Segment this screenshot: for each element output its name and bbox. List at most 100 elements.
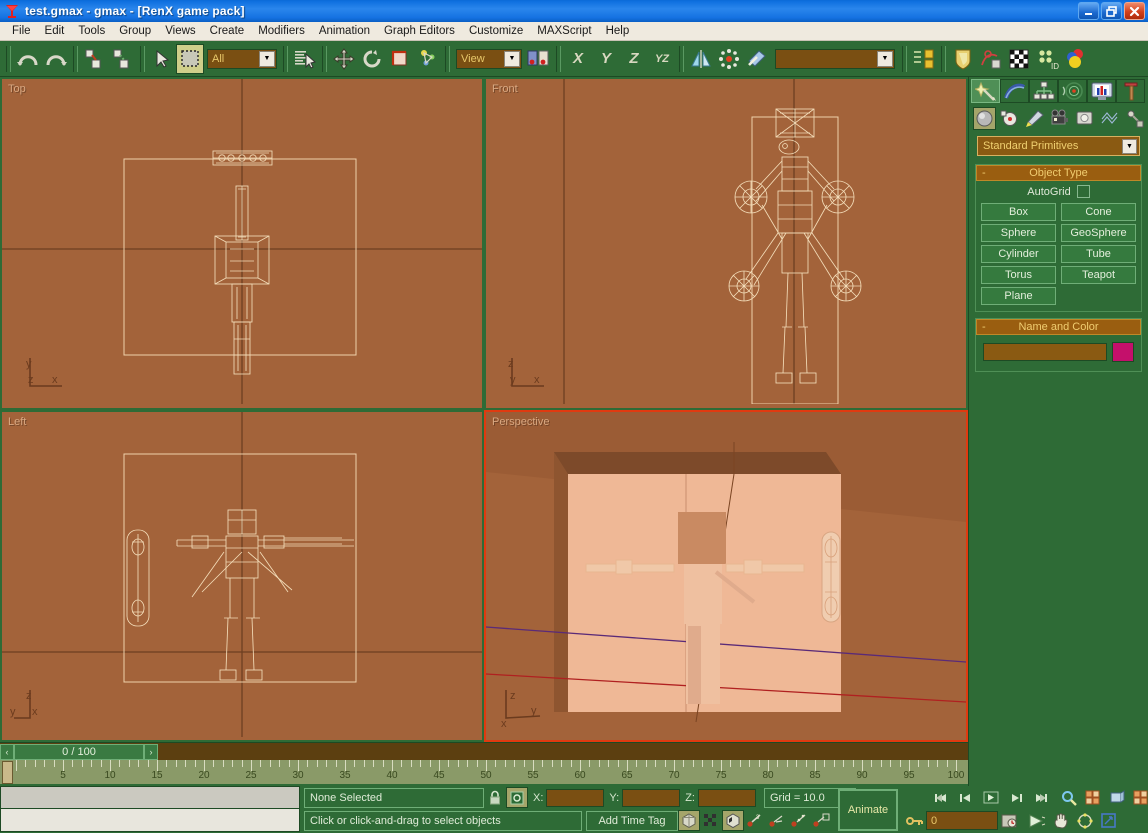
cp-subtab-shapes[interactable] [998,107,1021,130]
name-and-color-header[interactable]: - Name and Color [976,319,1141,335]
restore-button[interactable] [1101,2,1122,20]
object-type-cylinder-button[interactable]: Cylinder [981,245,1056,263]
object-type-header[interactable]: - Object Type [976,165,1141,181]
unlink-selection-button[interactable] [109,44,137,74]
select-region-button[interactable] [176,44,204,74]
add-time-tag-button[interactable]: Add Time Tag [586,811,678,831]
material-id-button[interactable]: ID [1033,44,1061,74]
nav-zoom-button[interactable] [1058,787,1080,808]
material-editor-button[interactable] [949,44,977,74]
percent-snap-icon[interactable] [788,810,810,831]
y-coordinate-input[interactable] [622,789,680,807]
viewport-top[interactable]: Top y z x [0,77,484,410]
color-clipboard-button[interactable] [1061,44,1089,74]
playback-goto-start-button[interactable] [930,787,952,808]
snap-toggle-icon[interactable]: 3 [744,810,766,831]
time-slider[interactable]: ‹ 0 / 100 › [0,742,968,760]
use-pivot-center-button[interactable] [525,44,553,74]
selection-filter-combo[interactable]: All ▼ [207,49,277,69]
menu-help[interactable]: Help [599,23,637,39]
restrict-plane-button[interactable]: YZ [648,45,676,73]
nav-pan-button[interactable] [1050,810,1072,831]
maxscript-mini-listener[interactable] [0,786,300,832]
chevron-down-icon[interactable]: ▼ [504,51,520,67]
angle-snap-icon[interactable] [766,810,788,831]
x-coordinate-input[interactable] [546,789,604,807]
nav-zoom-extents-all-button[interactable] [1130,787,1148,808]
layer-manager-button[interactable] [743,44,771,74]
mini-listener-output[interactable] [1,787,299,809]
menu-file[interactable]: File [5,23,38,39]
nav-zoom-all-button[interactable] [1082,787,1104,808]
render-scene-button[interactable] [977,44,1005,74]
time-slider-next-button[interactable]: › [144,744,158,760]
cp-subtab-cameras[interactable] [1048,107,1071,130]
cp-subtab-helpers[interactable] [1073,107,1096,130]
cp-tab-hierarchy[interactable] [1029,79,1058,103]
minimize-button[interactable] [1078,2,1099,20]
menu-tools[interactable]: Tools [71,23,112,39]
align-button[interactable] [715,44,743,74]
animate-toggle-button[interactable]: Animate [838,789,898,831]
restrict-x-button[interactable]: X [564,45,592,73]
select-and-rotate-button[interactable] [358,44,386,74]
menu-animation[interactable]: Animation [312,23,377,39]
rollout-collapse-icon[interactable]: - [982,321,986,333]
cp-subtab-spacewarps[interactable] [1098,107,1121,130]
selection-lock-cube-icon[interactable] [722,810,744,831]
menu-maxscript[interactable]: MAXScript [530,23,598,39]
close-button[interactable] [1124,2,1145,20]
select-by-name-button[interactable] [291,44,319,74]
rollout-collapse-icon[interactable]: - [982,167,986,179]
select-and-scale-button[interactable] [386,44,414,74]
viewport-perspective[interactable]: Perspective z x y [484,410,968,743]
object-color-swatch[interactable] [1112,342,1134,362]
autogrid-checkbox[interactable] [1077,185,1090,198]
object-type-cone-button[interactable]: Cone [1061,203,1136,221]
object-type-box-button[interactable]: Box [981,203,1056,221]
object-category-combo[interactable]: Standard Primitives ▼ [977,136,1140,156]
playback-play-button[interactable] [980,787,1002,808]
select-and-move-button[interactable] [330,44,358,74]
spinner-snap-icon[interactable] [810,810,832,831]
playback-goto-end-button[interactable] [1030,787,1052,808]
menu-edit[interactable]: Edit [38,23,72,39]
object-type-geosphere-button[interactable]: GeoSphere [1061,224,1136,242]
chevron-down-icon[interactable]: ▼ [1122,139,1137,154]
time-configuration-icon[interactable] [998,810,1020,831]
menu-customize[interactable]: Customize [462,23,530,39]
playback-next-frame-button[interactable] [1005,787,1027,808]
reference-coordinate-combo[interactable]: View ▼ [456,49,522,69]
render-type-button[interactable] [1005,44,1033,74]
menu-graph-editors[interactable]: Graph Editors [377,23,462,39]
select-object-button[interactable] [148,44,176,74]
object-type-teapot-button[interactable]: Teapot [1061,266,1136,284]
cp-tab-create[interactable] [971,79,1000,103]
shade-selected-faces-icon[interactable] [678,810,700,831]
viewport-front[interactable]: Front z y x [484,77,968,410]
nav-arc-rotate-button[interactable] [1074,810,1096,831]
mirror-button[interactable] [687,44,715,74]
absolute-relative-icon[interactable] [506,787,528,808]
cp-tab-modify[interactable] [1000,79,1029,103]
object-name-input[interactable] [983,343,1107,361]
select-and-link-button[interactable] [81,44,109,74]
mini-listener-input[interactable] [1,809,299,831]
degradation-override-icon[interactable] [700,810,722,831]
key-mode-icon[interactable] [904,810,926,831]
curve-editor-button[interactable] [910,44,938,74]
menu-views[interactable]: Views [158,23,202,39]
cp-subtab-geometry[interactable] [973,107,996,130]
track-bar-handle[interactable] [2,761,13,784]
manipulate-button[interactable] [414,44,442,74]
menu-create[interactable]: Create [203,23,252,39]
viewport-left[interactable]: Left z x y [0,410,484,743]
object-type-tube-button[interactable]: Tube [1061,245,1136,263]
undo-button[interactable] [14,44,42,74]
named-selection-sets-combo[interactable]: ▼ [775,49,895,69]
chevron-down-icon[interactable]: ▼ [259,51,275,67]
cp-subtab-lights[interactable] [1023,107,1046,130]
cp-tab-display[interactable] [1087,79,1116,103]
playback-prev-frame-button[interactable] [955,787,977,808]
chevron-down-icon[interactable]: ▼ [877,51,893,67]
